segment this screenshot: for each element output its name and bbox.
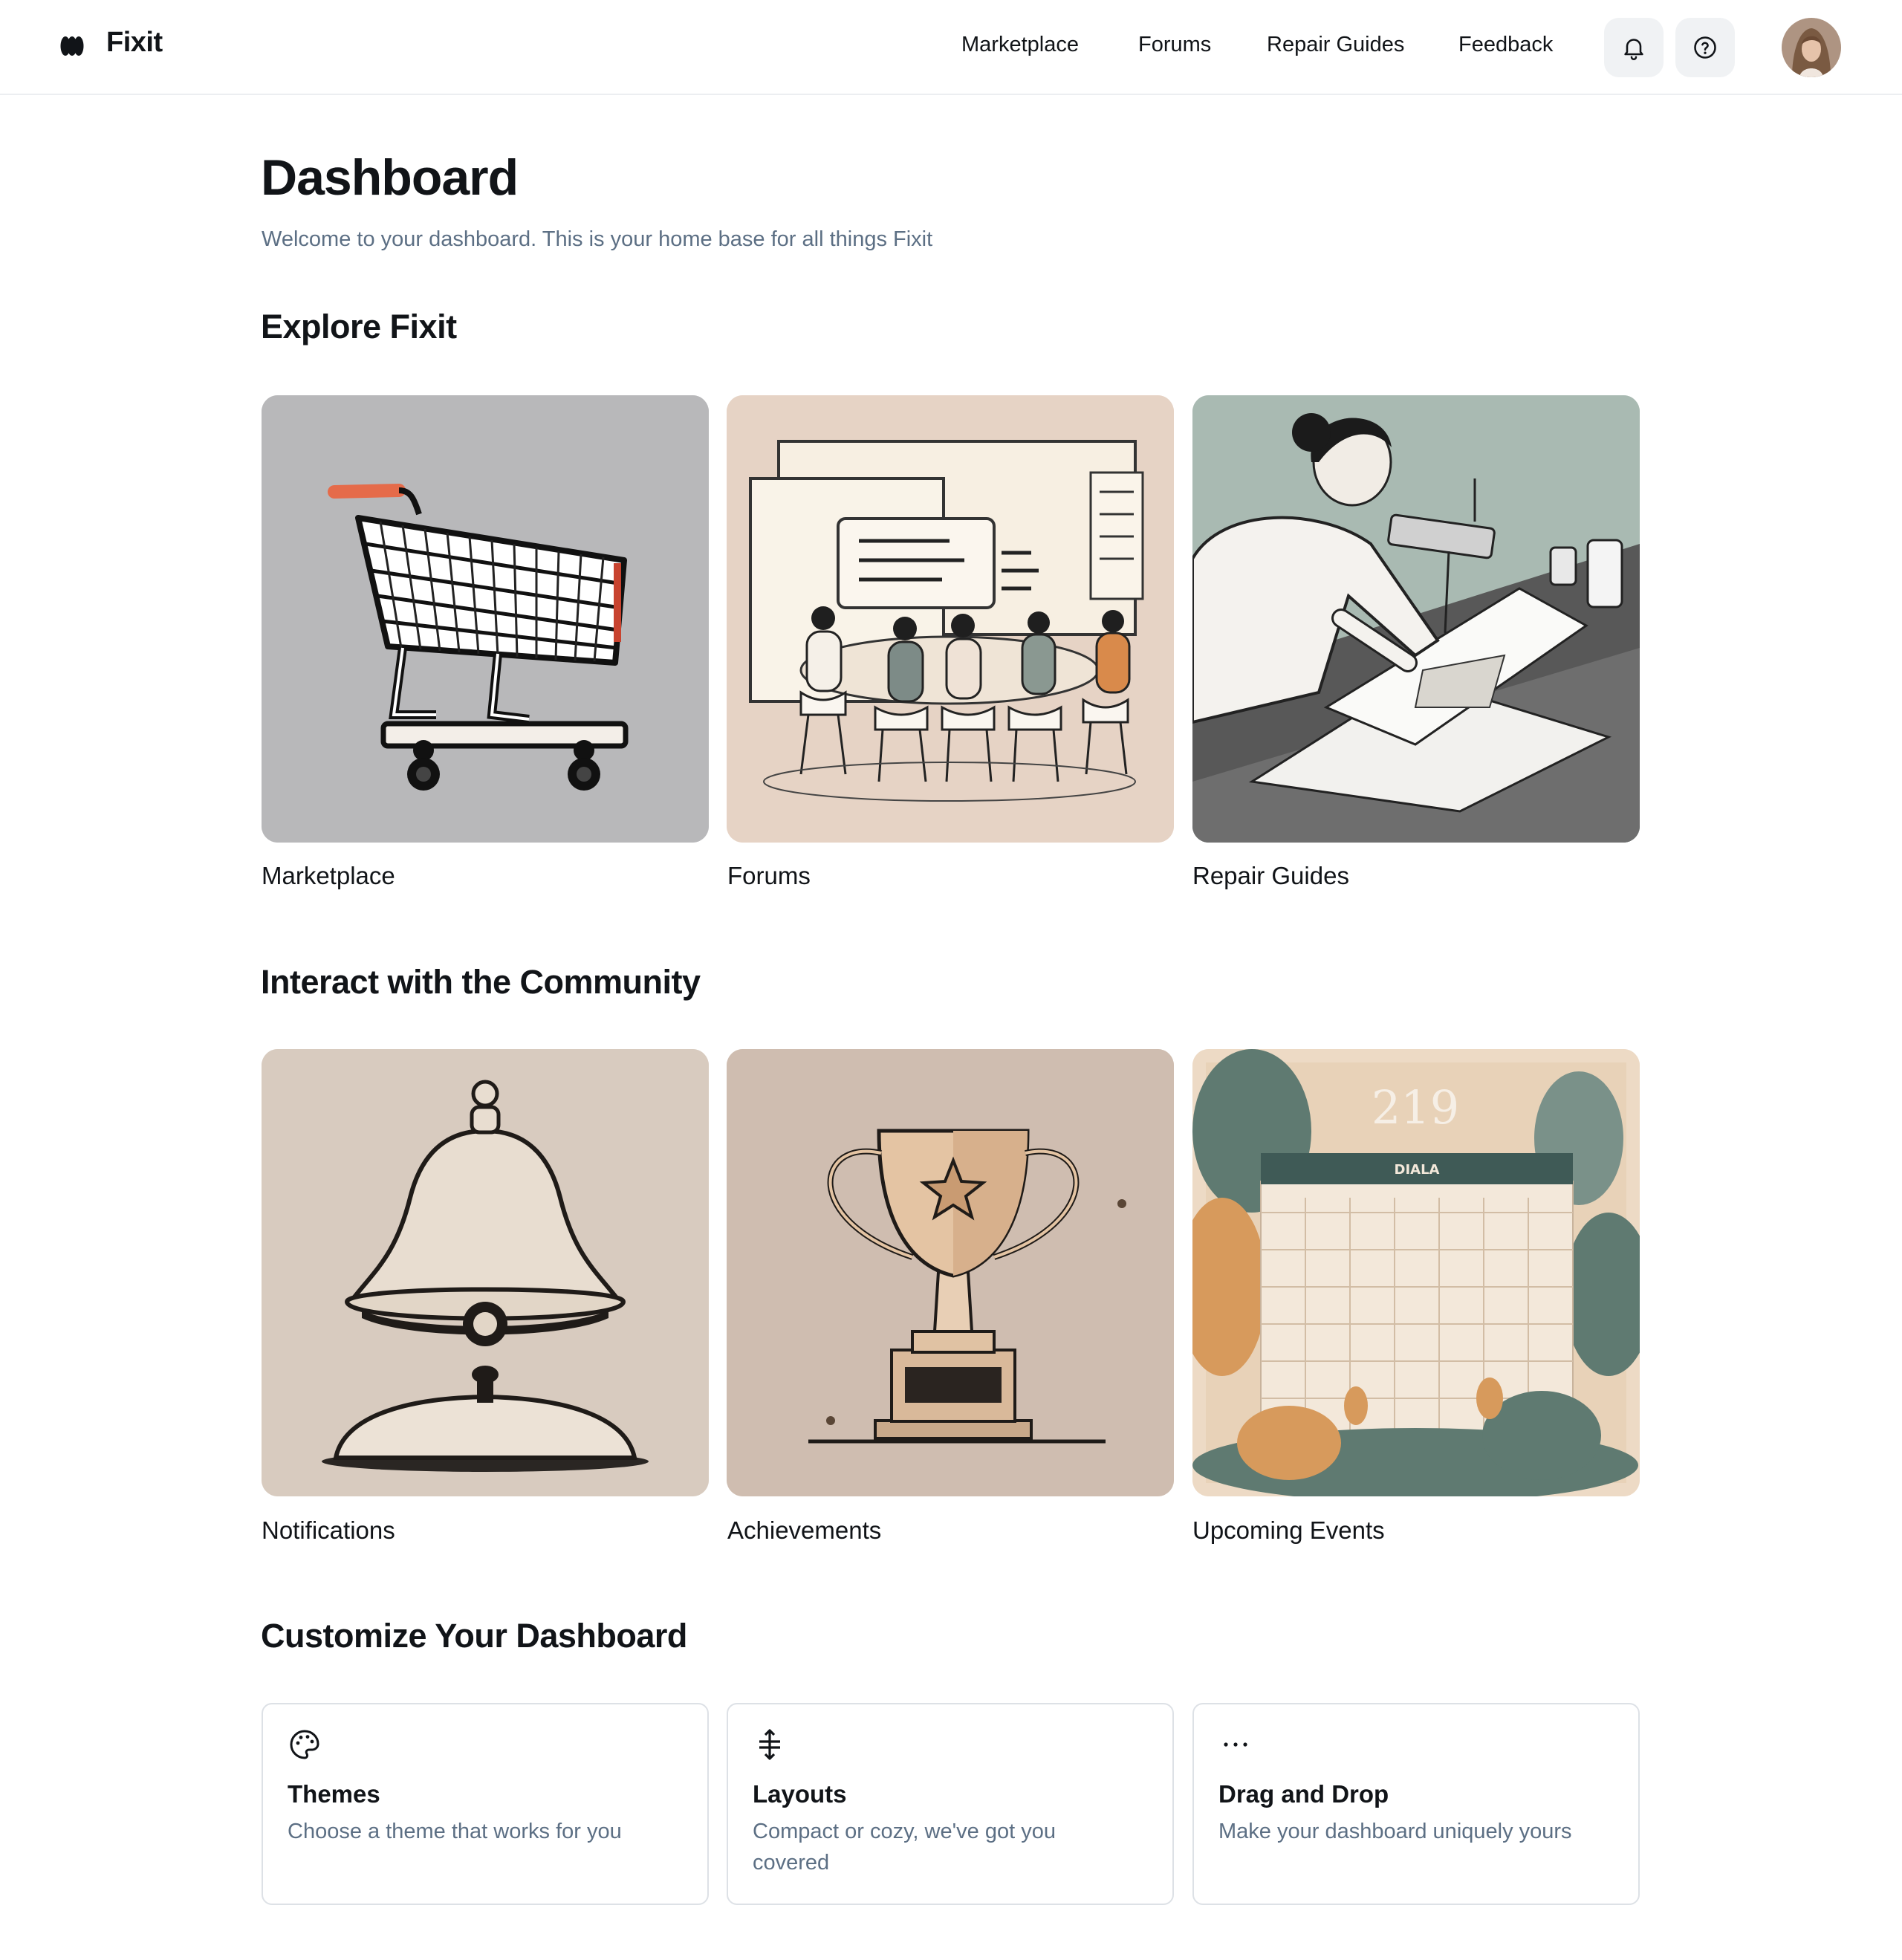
- page-subtitle: Welcome to your dashboard. This is your …: [262, 227, 933, 251]
- calendar-illustration: 219 DIALA: [1192, 1049, 1640, 1496]
- help-button[interactable]: [1675, 18, 1735, 77]
- page-title: Dashboard: [261, 149, 519, 206]
- top-navigation-bar: Fixit Marketplace Forums Repair Guides F…: [0, 0, 1902, 95]
- notifications-tile[interactable]: [262, 1049, 709, 1496]
- forums-tile[interactable]: [727, 395, 1174, 843]
- nav-link-forums[interactable]: Forums: [1138, 33, 1211, 57]
- achievements-tile[interactable]: [727, 1049, 1174, 1496]
- tile-label-marketplace[interactable]: Marketplace: [262, 862, 395, 890]
- bell-icon: [1624, 39, 1643, 60]
- forum-meeting-illustration: [727, 395, 1174, 843]
- tile-label-forums[interactable]: Forums: [727, 862, 811, 890]
- marketplace-tile[interactable]: [262, 395, 709, 843]
- repair-guides-tile[interactable]: [1192, 395, 1640, 843]
- card-title-themes: Themes: [288, 1780, 380, 1808]
- vertical-expand-icon: [759, 1729, 780, 1760]
- service-bell-illustration: [262, 1049, 709, 1496]
- calendar-year-text: 219: [1372, 1080, 1459, 1135]
- user-avatar[interactable]: [1782, 18, 1841, 77]
- card-description-drag-and-drop: Make your dashboard uniquely yours: [1218, 1820, 1572, 1843]
- card-description-layouts: Compact or cozy, we've got you covered: [753, 1820, 1056, 1875]
- shopping-cart-illustration: [262, 395, 709, 843]
- section-title-customize: Customize Your Dashboard: [261, 1617, 687, 1655]
- nav-link-marketplace[interactable]: Marketplace: [961, 33, 1079, 57]
- tile-label-notifications[interactable]: Notifications: [262, 1516, 395, 1545]
- tile-label-achievements[interactable]: Achievements: [727, 1516, 881, 1545]
- card-title-layouts: Layouts: [753, 1780, 847, 1808]
- palette-icon: [290, 1730, 319, 1759]
- tile-label-upcoming-events[interactable]: Upcoming Events: [1192, 1516, 1385, 1545]
- tile-label-repair-guides[interactable]: Repair Guides: [1192, 862, 1349, 890]
- nav-link-feedback[interactable]: Feedback: [1458, 33, 1553, 57]
- nav-link-repair-guides[interactable]: Repair Guides: [1267, 33, 1404, 57]
- calendar-heading-text: DIALA: [1395, 1162, 1440, 1178]
- card-description-themes: Choose a theme that works for you: [288, 1820, 622, 1843]
- upcoming-events-tile[interactable]: 219 DIALA: [1192, 1049, 1640, 1496]
- repair-guide-illustration: [1192, 395, 1640, 843]
- drag-and-drop-card[interactable]: Drag and Drop Make your dashboard unique…: [1192, 1703, 1640, 1905]
- help-circle-icon: [1694, 36, 1716, 59]
- section-title-explore: Explore Fixit: [261, 308, 457, 345]
- layouts-card[interactable]: Layouts Compact or cozy, we've got you c…: [727, 1703, 1174, 1905]
- brand-name[interactable]: Fixit: [106, 27, 163, 59]
- notifications-button[interactable]: [1604, 18, 1664, 77]
- themes-card[interactable]: Themes Choose a theme that works for you: [262, 1703, 709, 1905]
- fixit-logo-icon[interactable]: [59, 33, 85, 59]
- card-title-drag-and-drop: Drag and Drop: [1218, 1780, 1389, 1808]
- trophy-illustration: [727, 1049, 1174, 1496]
- section-title-community: Interact with the Community: [261, 963, 701, 1001]
- more-horizontal-icon: [1224, 1742, 1247, 1747]
- avatar-photo: [1782, 18, 1841, 77]
